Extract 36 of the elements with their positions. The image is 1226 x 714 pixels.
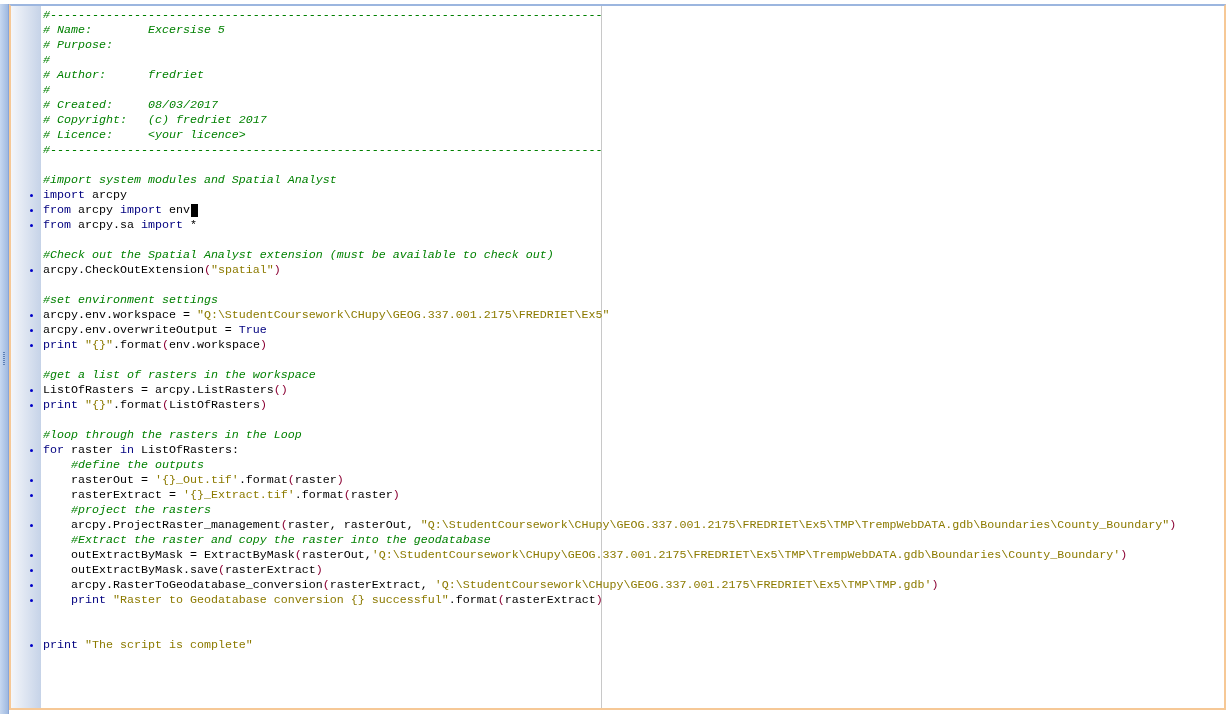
code-line: from arcpy import env bbox=[43, 203, 190, 218]
code-comment: # Purpose: bbox=[43, 38, 113, 53]
code-comment: # Licence: <your licence> bbox=[43, 128, 246, 143]
code-line: outExtractByMask.save(rasterExtract) bbox=[69, 563, 323, 578]
code-comment: #define the outputs bbox=[69, 458, 204, 473]
code-comment: #set environment settings bbox=[43, 293, 218, 308]
code-line: ListOfRasters = arcpy.ListRasters() bbox=[43, 383, 288, 398]
code-comment: #------------------------------------------------------------------------------- bbox=[43, 143, 603, 158]
code-comment: #loop through the rasters in the Loop bbox=[43, 428, 302, 443]
code-line: from arcpy.sa import * bbox=[43, 218, 197, 233]
code-line: outExtractByMask = ExtractByMask(rasterOut,'Q:\StudentCoursework\CHupy\GEOG.337.001.2175\FREDRIET\Ex5\TMP\TrempWebDATA.gdb\Boundaries\County_Boundary') bbox=[69, 548, 1128, 563]
code-line: arcpy.env.workspace = "Q:\StudentCoursework\CHupy\GEOG.337.001.2175\FREDRIET\Ex5" bbox=[43, 308, 610, 323]
code-line: rasterExtract = '{}_Extract.tif'.format(raster) bbox=[69, 488, 400, 503]
code-line: import arcpy bbox=[43, 188, 127, 203]
code-comment: # Author: fredriet bbox=[43, 68, 204, 83]
code-line: arcpy.env.overwriteOutput = True bbox=[43, 323, 267, 338]
code-line: print "{}".format(env.workspace) bbox=[43, 338, 267, 353]
code-line: rasterOut = '{}_Out.tif'.format(raster) bbox=[69, 473, 344, 488]
code-line: arcpy.RasterToGeodatabase_conversion(rasterExtract, 'Q:\StudentCoursework\CHupy\GEOG.337.001.2175\FREDRIET\Ex5\TMP\TMP.gdb') bbox=[69, 578, 939, 593]
code-comment: #Extract the raster and copy the raster into the geodatabase bbox=[69, 533, 491, 548]
code-line: arcpy.CheckOutExtension("spatial") bbox=[43, 263, 281, 278]
code-line: arcpy.ProjectRaster_management(raster, rasterOut, "Q:\StudentCoursework\CHupy\GEOG.337.001.2175\FREDRIET\Ex5\TMP\TrempWebDATA.gdb\Boundaries\County_Boundary") bbox=[69, 518, 1177, 533]
code-comment: # Copyright: (c) fredriet 2017 bbox=[43, 113, 267, 128]
code-comment: #project the rasters bbox=[69, 503, 211, 518]
code-comment: # bbox=[43, 53, 50, 68]
code-line: print "Raster to Geodatabase conversion {} successful".format(rasterExtract) bbox=[69, 593, 603, 608]
code-comment: # Created: 08/03/2017 bbox=[43, 98, 218, 113]
code-comment: #Check out the Spatial Analyst extension (must be available to check out) bbox=[43, 248, 554, 263]
code-comment: #------------------------------------------------------------------------------- bbox=[43, 8, 603, 23]
code-line: print "{}".format(ListOfRasters) bbox=[43, 398, 267, 413]
code-comment: # bbox=[43, 83, 50, 98]
code-line: print "The script is complete" bbox=[43, 638, 253, 653]
code-comment: #import system modules and Spatial Analyst bbox=[43, 173, 337, 188]
code-comment: # Name: Excersise 5 bbox=[43, 23, 225, 38]
code-line: for raster in ListOfRasters: bbox=[43, 443, 239, 458]
code-comment: #get a list of rasters in the workspace bbox=[43, 368, 316, 383]
